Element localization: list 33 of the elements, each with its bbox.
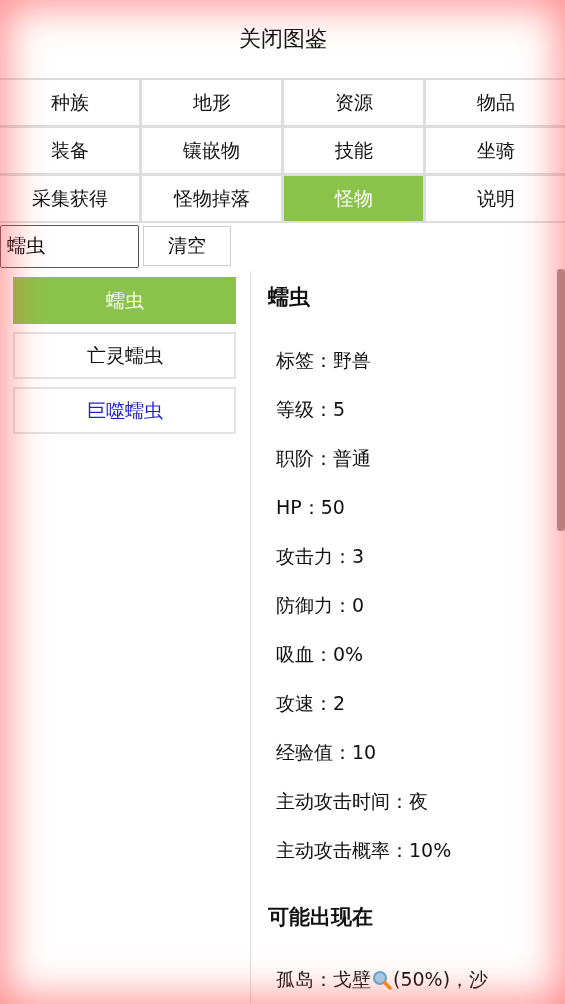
chance-text: (50%)，沙 xyxy=(393,967,489,992)
stat-text: 标签：野兽 xyxy=(275,347,372,373)
result-item[interactable]: 巨噬蠕虫 xyxy=(13,387,236,434)
stat-text: 主动攻击概率：10% xyxy=(275,837,453,863)
stat-text: 防御力：0 xyxy=(275,592,366,618)
category-tab[interactable]: 镶嵌物 xyxy=(142,128,281,173)
category-tab[interactable]: 技能 xyxy=(284,128,423,173)
stat-text: 攻速：2 xyxy=(275,690,347,716)
category-tab[interactable]: 怪物掉落 xyxy=(142,176,281,221)
location-text: 孤岛：戈壁 xyxy=(276,967,371,992)
stat-text: 经验值：10 xyxy=(275,739,378,765)
stat-text: 主动攻击时间：夜 xyxy=(275,788,429,814)
magnifier-icon xyxy=(372,970,392,990)
search-field[interactable]: 蠕虫 xyxy=(0,224,139,268)
result-item[interactable]: 亡灵蠕虫 xyxy=(13,332,236,379)
stat-text: 等级：5 xyxy=(275,396,347,422)
scrollbar-thumb[interactable] xyxy=(557,269,565,531)
stat-text: 职阶：普通 xyxy=(275,445,372,471)
stat-text: 攻击力：3 xyxy=(275,543,366,569)
close-guide-button[interactable]: 关闭图鉴 xyxy=(0,0,565,78)
category-tab[interactable]: 种族 xyxy=(0,80,139,125)
stat-text: HP：50 xyxy=(275,494,346,520)
category-tab[interactable]: 资源 xyxy=(284,80,423,125)
monster-name: 蠕虫 xyxy=(268,284,311,311)
category-tab[interactable]: 地形 xyxy=(142,80,281,125)
section-title: 可能出现在 xyxy=(268,904,374,931)
stat-text: 吸血：0% xyxy=(275,641,365,667)
category-tab[interactable]: 说明 xyxy=(426,176,565,221)
clear-button[interactable]: 清空 xyxy=(143,226,231,266)
category-tab[interactable]: 采集获得 xyxy=(0,176,139,221)
category-tab[interactable]: 物品 xyxy=(426,80,565,125)
category-tab[interactable]: 装备 xyxy=(0,128,139,173)
category-tab[interactable]: 坐骑 xyxy=(426,128,565,173)
